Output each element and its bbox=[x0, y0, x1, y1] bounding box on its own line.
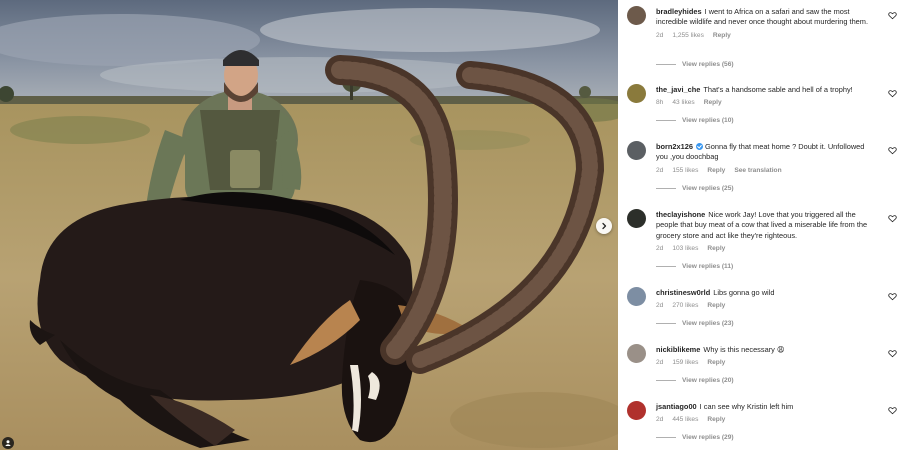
view-replies-button[interactable]: View replies (11) bbox=[656, 263, 733, 270]
comment-username[interactable]: bradleyhides bbox=[656, 7, 702, 16]
divider-line bbox=[656, 63, 676, 65]
comment-username[interactable]: theclayishone bbox=[656, 210, 705, 219]
tagged-users-button[interactable] bbox=[2, 437, 14, 449]
comment-text-block: born2x126 Gonna fly that meat home ? Doub… bbox=[656, 142, 878, 163]
view-replies-label: View replies (23) bbox=[682, 320, 734, 327]
comment-meta: 2d 1,255 likes Reply bbox=[656, 32, 878, 39]
heart-icon[interactable] bbox=[888, 146, 897, 155]
view-replies-button[interactable]: View replies (25) bbox=[656, 185, 734, 192]
sable-antelope-photo bbox=[0, 0, 618, 450]
reply-button[interactable]: Reply bbox=[707, 167, 725, 174]
comment-username[interactable]: the_javi_che bbox=[656, 85, 700, 94]
reply-button[interactable]: Reply bbox=[707, 359, 725, 366]
view-replies-button[interactable]: View replies (10) bbox=[656, 117, 734, 124]
user-tag-icon bbox=[5, 440, 11, 446]
comment-time: 2d bbox=[656, 359, 664, 367]
comment-time: 2d bbox=[656, 166, 664, 174]
view-replies-label: View replies (10) bbox=[682, 117, 734, 124]
comment-meta: 2d 103 likes Reply bbox=[656, 245, 878, 252]
comment-meta: 2d 159 likes Reply bbox=[656, 359, 878, 366]
next-photo-button[interactable] bbox=[596, 218, 612, 234]
heart-icon[interactable] bbox=[888, 349, 897, 358]
divider-line bbox=[656, 119, 676, 121]
comment-text-block: nickiblikeme Why is this necessary 😩 bbox=[656, 345, 878, 355]
reply-button[interactable]: Reply bbox=[707, 302, 725, 309]
comment-text-block: the_javi_che That's a handsome sable and … bbox=[656, 85, 878, 95]
divider-line bbox=[656, 187, 676, 189]
comment-text-block: jsantiago00 I can see why Kristin left hi… bbox=[656, 402, 878, 412]
comment-username[interactable]: christinesw0rld bbox=[656, 288, 710, 297]
heart-icon[interactable] bbox=[888, 89, 897, 98]
comment-item: nickiblikeme Why is this necessary 😩 2d 15… bbox=[618, 340, 900, 392]
comment-likes[interactable]: 159 likes bbox=[672, 359, 698, 366]
comment-time: 8h bbox=[656, 99, 664, 107]
comment-text: I can see why Kristin left him bbox=[699, 402, 794, 411]
reply-button[interactable]: Reply bbox=[707, 245, 725, 252]
view-replies-button[interactable]: View replies (56) bbox=[656, 61, 734, 68]
heart-icon[interactable] bbox=[888, 292, 897, 301]
avatar[interactable] bbox=[627, 401, 646, 420]
divider-line bbox=[656, 322, 676, 324]
comment-item: born2x126 Gonna fly that meat home ? Doub… bbox=[618, 137, 900, 199]
see-translation-button[interactable]: See translation bbox=[734, 167, 781, 174]
comment-text-block: christinesw0rld Libs gonna go wild bbox=[656, 288, 878, 298]
comment-time: 2d bbox=[656, 31, 664, 39]
view-replies-label: View replies (11) bbox=[682, 263, 734, 270]
comment-item: jsantiago00 I can see why Kristin left hi… bbox=[618, 397, 900, 450]
reply-button[interactable]: Reply bbox=[704, 99, 722, 106]
comment-text: Libs gonna go wild bbox=[713, 288, 775, 297]
view-replies-label: View replies (29) bbox=[682, 434, 734, 441]
view-replies-label: View replies (20) bbox=[682, 377, 734, 384]
comment-likes[interactable]: 270 likes bbox=[672, 302, 698, 309]
comment-likes[interactable]: 103 likes bbox=[672, 245, 698, 252]
comment-meta: 2d 155 likes Reply See translation bbox=[656, 167, 878, 174]
comment-username[interactable]: jsantiago00 bbox=[656, 402, 697, 411]
view-replies-label: View replies (56) bbox=[682, 61, 734, 68]
post-photo[interactable] bbox=[0, 0, 618, 450]
chevron-right-icon bbox=[602, 222, 607, 230]
comment-meta: 2d 445 likes Reply bbox=[656, 416, 878, 423]
reply-button[interactable]: Reply bbox=[713, 32, 731, 39]
avatar[interactable] bbox=[627, 287, 646, 306]
comment-time: 2d bbox=[656, 302, 664, 310]
comment-time: 2d bbox=[656, 245, 664, 253]
avatar[interactable] bbox=[627, 209, 646, 228]
comment-likes[interactable]: 445 likes bbox=[672, 416, 698, 423]
comment-item: christinesw0rld Libs gonna go wild 2d 270 … bbox=[618, 283, 900, 335]
comment-username[interactable]: nickiblikeme bbox=[656, 345, 700, 354]
avatar[interactable] bbox=[627, 84, 646, 103]
view-replies-button[interactable]: View replies (23) bbox=[656, 320, 734, 327]
comment-text: That's a handsome sable and hell of a tr… bbox=[703, 85, 853, 94]
comments-panel[interactable]: bradleyhides I went to Africa on a safari… bbox=[618, 0, 900, 450]
comment-likes[interactable]: 1,255 likes bbox=[672, 32, 704, 39]
comment-username[interactable]: born2x126 bbox=[656, 142, 693, 151]
comment-text-block: theclayishone Nice work Jay! Love that yo… bbox=[656, 210, 878, 241]
comment-item: bradleyhides I went to Africa on a safari… bbox=[618, 2, 900, 74]
comment-meta: 8h 43 likes Reply bbox=[656, 99, 878, 106]
divider-line bbox=[656, 379, 676, 381]
comment-item: theclayishone Nice work Jay! Love that yo… bbox=[618, 205, 900, 277]
verified-badge-icon bbox=[695, 143, 703, 150]
comment-item: the_javi_che That's a handsome sable and … bbox=[618, 80, 900, 130]
heart-icon[interactable] bbox=[888, 11, 897, 20]
comment-likes[interactable]: 155 likes bbox=[672, 167, 698, 174]
view-replies-button[interactable]: View replies (20) bbox=[656, 377, 734, 384]
avatar[interactable] bbox=[627, 6, 646, 25]
divider-line bbox=[656, 265, 676, 267]
comment-likes[interactable]: 43 likes bbox=[672, 99, 694, 106]
heart-icon[interactable] bbox=[888, 406, 897, 415]
heart-icon[interactable] bbox=[888, 214, 897, 223]
divider-line bbox=[656, 436, 676, 438]
view-replies-button[interactable]: View replies (29) bbox=[656, 434, 734, 441]
comment-text: Why is this necessary 😩 bbox=[703, 345, 785, 354]
comment-text-block: bradleyhides I went to Africa on a safari… bbox=[656, 7, 878, 28]
comment-time: 2d bbox=[656, 416, 664, 424]
reply-button[interactable]: Reply bbox=[707, 416, 725, 423]
view-replies-label: View replies (25) bbox=[682, 185, 734, 192]
avatar[interactable] bbox=[627, 344, 646, 363]
avatar[interactable] bbox=[627, 141, 646, 160]
comment-meta: 2d 270 likes Reply bbox=[656, 302, 878, 309]
